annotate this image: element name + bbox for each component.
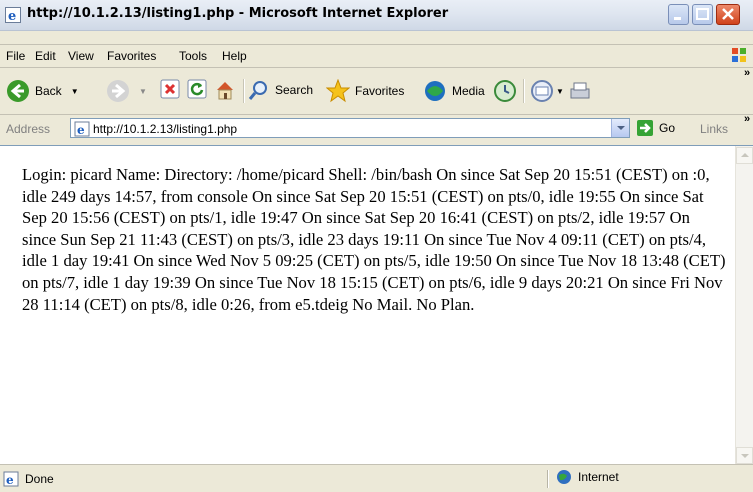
toolbar-separator xyxy=(523,79,525,103)
menu-edit[interactable]: Edit xyxy=(35,49,56,63)
svg-text:e: e xyxy=(8,9,16,23)
status-main: e Done xyxy=(3,469,543,489)
search-button[interactable]: Search xyxy=(248,79,313,101)
stop-button[interactable] xyxy=(160,79,180,99)
go-label: Go xyxy=(659,121,676,135)
status-divider xyxy=(547,470,549,488)
toolbar-separator xyxy=(243,79,245,103)
vertical-scrollbar[interactable] xyxy=(735,146,753,465)
browser-window: e http://10.1.2.13/listing1.php - Micros… xyxy=(0,0,753,492)
forward-button[interactable]: ▼ xyxy=(106,79,147,103)
maximize-button[interactable] xyxy=(692,4,713,25)
address-input[interactable]: e http://10.1.2.13/listing1.php xyxy=(70,118,630,138)
security-zone: Internet xyxy=(556,469,619,485)
status-bar: e Done Internet xyxy=(0,464,753,492)
history-button[interactable] xyxy=(493,79,517,103)
go-button[interactable]: Go xyxy=(636,119,675,137)
maximize-icon xyxy=(696,8,709,20)
favorites-button[interactable]: Favorites xyxy=(326,79,404,103)
scroll-up-button[interactable] xyxy=(736,147,753,164)
window-title: http://10.1.2.13/listing1.php - Microsof… xyxy=(27,6,449,21)
favorites-star-icon xyxy=(326,79,350,103)
page-content-frame: Login: picard Name: Directory: /home/pic… xyxy=(0,145,753,465)
close-icon xyxy=(722,8,734,20)
menu-file[interactable]: File xyxy=(6,49,25,63)
stop-icon xyxy=(160,79,180,99)
close-button[interactable] xyxy=(716,4,740,25)
page-icon: e xyxy=(3,471,19,487)
history-icon xyxy=(494,80,516,102)
home-button[interactable] xyxy=(214,79,236,101)
media-button[interactable]: Media xyxy=(423,79,485,103)
menu-favorites[interactable]: Favorites xyxy=(107,49,156,63)
links-overflow-chevron[interactable]: » xyxy=(744,113,750,125)
page-icon: e xyxy=(74,121,90,137)
forward-icon xyxy=(107,80,129,102)
go-arrow-icon xyxy=(637,120,653,136)
back-button[interactable]: Back ▼ xyxy=(6,79,79,103)
address-url: http://10.1.2.13/listing1.php xyxy=(93,122,238,136)
zone-label: Internet xyxy=(578,470,619,484)
address-bar: Address e http://10.1.2.13/listing1.php … xyxy=(0,113,753,143)
minimize-icon xyxy=(674,17,681,20)
home-icon xyxy=(217,82,233,100)
favorites-label: Favorites xyxy=(355,84,405,98)
search-icon xyxy=(248,81,267,100)
print-button[interactable] xyxy=(568,79,592,103)
address-label: Address xyxy=(6,122,51,136)
mail-icon xyxy=(531,80,553,102)
toolbar-overflow-chevron[interactable]: » xyxy=(744,67,750,79)
windows-flag-icon xyxy=(732,48,746,62)
media-icon xyxy=(425,81,445,101)
menu-view[interactable]: View xyxy=(68,49,94,63)
print-icon xyxy=(570,82,590,99)
svg-text:e: e xyxy=(77,123,85,137)
links-toolbar[interactable]: Links xyxy=(700,122,728,136)
standard-toolbar: Back ▼ ▼ Search Favorites Media ▼ » xyxy=(0,67,753,115)
menu-bar: File Edit View Favorites Tools Help xyxy=(0,45,753,67)
forward-dropdown-icon[interactable]: ▼ xyxy=(139,87,147,96)
refresh-button[interactable] xyxy=(187,79,207,99)
title-bar: e http://10.1.2.13/listing1.php - Micros… xyxy=(0,0,753,31)
menu-tools[interactable]: Tools xyxy=(179,49,207,63)
mail-button[interactable]: ▼ xyxy=(530,79,564,103)
refresh-icon xyxy=(187,79,207,99)
svg-text:e: e xyxy=(6,473,14,487)
back-label: Back xyxy=(35,84,62,98)
status-text: Done xyxy=(25,472,54,486)
search-label: Search xyxy=(275,83,314,97)
menu-help[interactable]: Help xyxy=(222,49,247,63)
ie-icon: e xyxy=(5,7,21,23)
back-dropdown-icon[interactable]: ▼ xyxy=(71,87,79,96)
address-dropdown-button[interactable] xyxy=(611,119,629,137)
media-label: Media xyxy=(452,84,485,98)
minimize-button[interactable] xyxy=(668,4,689,25)
back-icon xyxy=(7,80,29,102)
globe-icon xyxy=(557,470,571,484)
mail-dropdown-icon[interactable]: ▼ xyxy=(556,87,564,96)
page-body-text: Login: picard Name: Directory: /home/pic… xyxy=(22,165,726,314)
scroll-down-button[interactable] xyxy=(736,447,753,464)
